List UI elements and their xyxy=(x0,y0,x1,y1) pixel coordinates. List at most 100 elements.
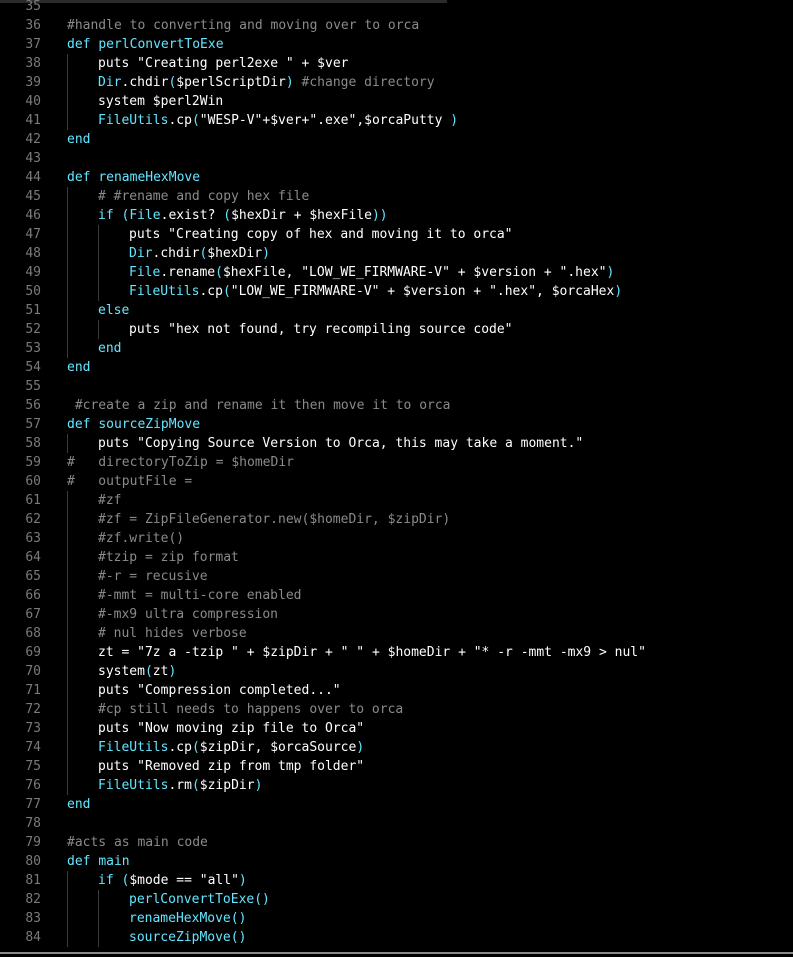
indent-guide xyxy=(98,909,99,928)
code-line[interactable]: 70 system(zt) xyxy=(0,662,793,681)
code-line[interactable]: 71 puts "Compression completed..." xyxy=(0,681,793,700)
token-string: ".exe" xyxy=(309,113,357,128)
line-number: 77 xyxy=(25,797,41,812)
indent-guide xyxy=(67,282,68,301)
code-line[interactable]: 51 else xyxy=(0,301,793,320)
code-line[interactable]: 78 xyxy=(0,814,793,833)
indent-guide xyxy=(67,320,68,339)
token-default: zt xyxy=(152,664,169,679)
code-line[interactable]: 37 def perlConvertToExe xyxy=(0,35,793,54)
line-number: 71 xyxy=(25,683,41,698)
code-line[interactable]: 74 FileUtils.cp($zipDir, $orcaSource) xyxy=(0,738,793,757)
line-number: 57 xyxy=(25,417,41,432)
token-default: + xyxy=(449,265,474,280)
code-line[interactable]: 49 File.rename($hexFile, "LOW_WE_FIRMWARE… xyxy=(0,263,793,282)
code-line[interactable]: 46 if (File.exist? ($hexDir + $hexFile)) xyxy=(0,206,793,225)
code-line[interactable]: 53 end xyxy=(0,339,793,358)
code-line[interactable]: 50 FileUtils.cp("LOW_WE_FIRMWARE-V" + $ve… xyxy=(0,282,793,301)
token-default: rm xyxy=(176,778,192,793)
line-number: 40 xyxy=(25,94,41,109)
code-line[interactable]: 45 # #rename and copy hex file xyxy=(0,187,793,206)
code-line[interactable]: 60 # outputFile = xyxy=(0,472,793,491)
code-line[interactable]: 65 #-r = recusive xyxy=(0,567,793,586)
line-number: 68 xyxy=(25,626,41,641)
code-line[interactable]: 44 def renameHexMove xyxy=(0,168,793,187)
token-string: "Copying Source Version to Orca, this ma… xyxy=(137,436,584,451)
indent-guide xyxy=(67,339,68,358)
code-line[interactable]: 82 perlConvertToExe() xyxy=(0,890,793,909)
code-editor[interactable]: 35 36 #handle to converting and moving ove… xyxy=(0,0,793,957)
indent-guide xyxy=(67,700,68,719)
code-line[interactable]: 47 puts "Creating copy of hex and moving … xyxy=(0,225,793,244)
code-line[interactable]: 40 system $perl2Win xyxy=(0,92,793,111)
code-line[interactable]: 81 if ($mode == "all") xyxy=(0,871,793,890)
code-line[interactable]: 42 end xyxy=(0,130,793,149)
token-variable: $hexFile xyxy=(222,265,286,280)
code-line[interactable]: 38 puts "Creating perl2exe " + $ver xyxy=(0,54,793,73)
code-text: perlConvertToExe() xyxy=(129,890,270,909)
token-string: "Creating copy of hex and moving it to o… xyxy=(168,227,513,242)
code-line[interactable]: 75 puts "Removed zip from tmp folder" xyxy=(0,757,793,776)
token-keyword: File xyxy=(129,265,161,280)
token-paren: )) xyxy=(371,208,388,223)
code-line[interactable]: 59 # directoryToZip = $homeDir xyxy=(0,453,793,472)
code-line[interactable]: 57 def sourceZipMove xyxy=(0,415,793,434)
code-text: renameHexMove() xyxy=(129,909,246,928)
indent-guide xyxy=(67,643,68,662)
code-line[interactable]: 72 #cp still needs to happens over to orc… xyxy=(0,700,793,719)
line-number: 48 xyxy=(25,246,41,261)
code-line[interactable]: 64 #tzip = zip format xyxy=(0,548,793,567)
token-default: chdir xyxy=(129,75,169,90)
indent-guide xyxy=(67,510,68,529)
token-variable: $zipDir xyxy=(199,740,255,755)
code-line[interactable]: 80 def main xyxy=(0,852,793,871)
code-line[interactable]: 68 # nul hides verbose xyxy=(0,624,793,643)
indent-guide xyxy=(67,662,68,681)
code-line[interactable]: 35 xyxy=(0,0,793,16)
indent-guide xyxy=(67,263,68,282)
code-text: # outputFile = xyxy=(67,472,192,491)
token-paren: ) xyxy=(168,664,177,679)
code-line[interactable]: 76 FileUtils.rm($zipDir) xyxy=(0,776,793,795)
code-text: if ($mode == "all") xyxy=(98,871,247,890)
code-line[interactable]: 56 #create a zip and rename it then move… xyxy=(0,396,793,415)
code-line[interactable]: 66 #-mmt = multi-core enabled xyxy=(0,586,793,605)
code-text: puts "Creating copy of hex and moving it… xyxy=(129,225,513,244)
token-string: "all" xyxy=(199,873,239,888)
token-default: puts xyxy=(98,56,138,71)
code-line[interactable]: 39 Dir.chdir($perlScriptDir) #change dire… xyxy=(0,73,793,92)
code-line[interactable]: 61 #zf xyxy=(0,491,793,510)
token-keyword: Dir xyxy=(98,75,122,90)
code-text: puts "Compression completed..." xyxy=(98,681,341,700)
code-text: #-r = recusive xyxy=(98,567,208,586)
code-line[interactable]: 54 end xyxy=(0,358,793,377)
code-line[interactable]: 36 #handle to converting and moving over … xyxy=(0,16,793,35)
code-line[interactable]: 55 xyxy=(0,377,793,396)
code-line[interactable]: 52 puts "hex not found, try recompiling s… xyxy=(0,320,793,339)
token-default: + xyxy=(285,208,310,223)
code-line[interactable]: 79 #acts as main code xyxy=(0,833,793,852)
token-method: perlConvertToExe xyxy=(98,37,224,52)
token-string: "* -r -mmt -mx9 > nul" xyxy=(473,645,646,660)
code-line[interactable]: 63 #zf.write() xyxy=(0,529,793,548)
token-keyword: FileUtils xyxy=(129,284,200,299)
code-line[interactable]: 43 xyxy=(0,149,793,168)
line-number: 35 xyxy=(25,0,41,14)
code-line[interactable]: 69 zt = "7z a -tzip " + $zipDir + " " + $… xyxy=(0,643,793,662)
code-line[interactable]: 41 FileUtils.cp("WESP-V"+$ver+".exe",$orc… xyxy=(0,111,793,130)
code-line[interactable]: 84 sourceZipMove() xyxy=(0,928,793,947)
code-line[interactable]: 77 end xyxy=(0,795,793,814)
token-paren: ( xyxy=(144,664,153,679)
indent-guide xyxy=(67,909,68,928)
token-method: sourceZipMove xyxy=(129,930,231,945)
token-default: system xyxy=(98,94,153,109)
code-line[interactable]: 67 #-mx9 ultra compression xyxy=(0,605,793,624)
code-line[interactable]: 83 renameHexMove() xyxy=(0,909,793,928)
code-line[interactable]: 62 #zf = ZipFileGenerator.new($homeDir, $… xyxy=(0,510,793,529)
code-line[interactable]: 58 puts "Copying Source Version to Orca, … xyxy=(0,434,793,453)
code-line[interactable]: 73 puts "Now moving zip file to Orca" xyxy=(0,719,793,738)
code-text: File.rename($hexFile, "LOW_WE_FIRMWARE-V… xyxy=(129,263,614,282)
code-line[interactable]: 48 Dir.chdir($hexDir) xyxy=(0,244,793,263)
token-paren: ( xyxy=(222,284,231,299)
line-number: 76 xyxy=(25,778,41,793)
